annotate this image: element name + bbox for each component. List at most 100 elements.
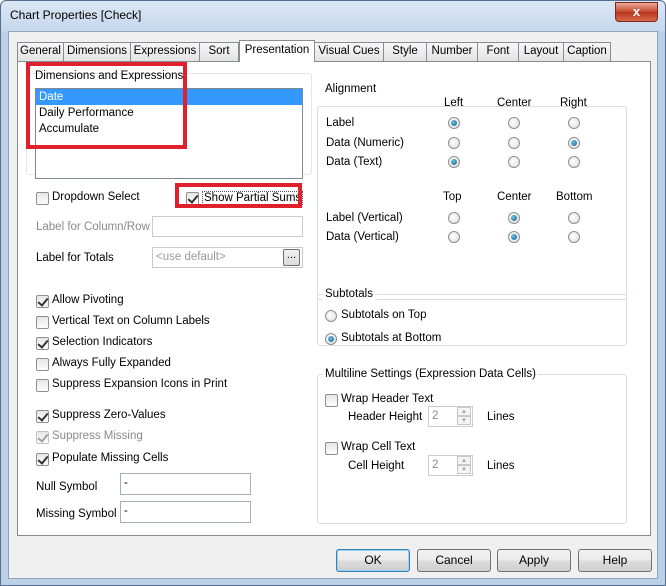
subtotals-at-bottom-label: Subtotals at Bottom — [341, 332, 442, 344]
align-col-left: Left — [444, 97, 464, 109]
align-label-vertical-bottom-radio[interactable] — [568, 212, 580, 224]
dropdown-select-checkbox[interactable] — [36, 192, 49, 205]
align-label-vertical-row-label: Label (Vertical) — [326, 212, 403, 224]
presentation-panel: Dimensions and Expressions Date Daily Pe… — [17, 61, 651, 536]
label-totals-browse-button[interactable]: ... — [283, 249, 300, 266]
wrap-header-text-checkbox[interactable] — [325, 394, 338, 407]
label-column-row-input[interactable] — [152, 216, 303, 237]
suppress-expansion-icons-label: Suppress Expansion Icons in Print — [52, 378, 228, 390]
tab-expressions[interactable]: Expressions — [130, 42, 200, 61]
cell-height-value: 2 — [432, 459, 439, 471]
populate-missing-label: Populate Missing Cells — [52, 452, 169, 464]
allow-pivoting-checkbox[interactable] — [36, 295, 49, 308]
tab-sort[interactable]: Sort — [199, 42, 239, 61]
align-label-vertical-top-radio[interactable] — [448, 212, 460, 224]
subtotals-on-top-radio[interactable] — [325, 310, 337, 322]
selection-indicators-checkbox[interactable] — [36, 337, 49, 350]
align-col-bottom: Bottom — [556, 191, 593, 203]
align-label-vertical-center-radio[interactable] — [508, 212, 520, 224]
label-totals-input[interactable]: <use default> — [152, 247, 303, 268]
align-col-center: Center — [497, 97, 532, 109]
align-col-top: Top — [443, 191, 462, 203]
suppress-expansion-icons-checkbox[interactable] — [36, 379, 49, 392]
alignment-group — [317, 106, 627, 300]
populate-missing-checkbox[interactable] — [36, 453, 49, 466]
missing-symbol-input[interactable]: - — [120, 501, 251, 523]
subtotals-on-top-label: Subtotals on Top — [341, 309, 427, 321]
align-label-row-label: Label — [326, 117, 355, 129]
align-label-center-radio[interactable] — [508, 117, 520, 129]
label-column-row-label: Label for Column/Row — [36, 221, 150, 233]
align-data-vertical-row-label: Data (Vertical) — [326, 231, 399, 243]
allow-pivoting-label: Allow Pivoting — [52, 294, 124, 306]
cell-height-down-icon[interactable]: ▼ — [457, 465, 471, 474]
subtotals-at-bottom-radio[interactable] — [325, 333, 337, 345]
align-numeric-right-radio[interactable] — [568, 137, 580, 149]
align-text-row-label: Data (Text) — [326, 156, 383, 168]
tab-general[interactable]: General — [17, 42, 64, 61]
help-button[interactable]: Help — [578, 549, 652, 572]
align-data-vertical-top-radio[interactable] — [448, 231, 460, 243]
missing-symbol-label: Missing Symbol — [36, 508, 117, 520]
header-height-unit: Lines — [487, 411, 515, 423]
alignment-title: Alignment — [323, 83, 379, 95]
suppress-zero-values-label: Suppress Zero-Values — [52, 409, 166, 421]
cell-height-label: Cell Height — [348, 460, 405, 472]
align-label-left-radio[interactable] — [448, 117, 460, 129]
header-height-spinner[interactable]: 2 ▲ ▼ — [428, 406, 473, 427]
align-col-vcenter: Center — [497, 191, 532, 203]
tab-visual-cues[interactable]: Visual Cues — [314, 42, 384, 61]
tab-layout[interactable]: Layout — [518, 42, 564, 61]
suppress-zero-values-checkbox[interactable] — [36, 410, 49, 423]
apply-button[interactable]: Apply — [497, 549, 571, 572]
tab-style[interactable]: Style — [383, 42, 427, 61]
suppress-missing-label: Suppress Missing — [52, 430, 143, 442]
highlight-box-partial-sums — [175, 183, 302, 208]
ok-button[interactable]: OK — [336, 549, 410, 572]
always-expanded-label: Always Fully Expanded — [52, 357, 171, 369]
cell-height-spinner[interactable]: 2 ▲ ▼ — [428, 455, 473, 476]
wrap-cell-text-checkbox[interactable] — [325, 442, 338, 455]
null-symbol-label: Null Symbol — [36, 481, 98, 493]
align-data-vertical-bottom-radio[interactable] — [568, 231, 580, 243]
dialog-client: General Dimensions Expressions Sort Pres… — [8, 31, 658, 579]
align-text-left-radio[interactable] — [448, 156, 460, 168]
tab-dimensions[interactable]: Dimensions — [63, 42, 131, 61]
tab-caption[interactable]: Caption — [563, 42, 611, 61]
vertical-text-checkbox[interactable] — [36, 316, 49, 329]
label-totals-label: Label for Totals — [36, 252, 114, 264]
suppress-missing-checkbox[interactable] — [36, 431, 49, 444]
align-label-right-radio[interactable] — [568, 117, 580, 129]
always-expanded-checkbox[interactable] — [36, 358, 49, 371]
align-numeric-row-label: Data (Numeric) — [326, 137, 404, 149]
align-text-right-radio[interactable] — [568, 156, 580, 168]
vertical-text-label: Vertical Text on Column Labels — [52, 315, 210, 327]
tab-presentation[interactable]: Presentation — [239, 40, 315, 62]
header-height-down-icon[interactable]: ▼ — [457, 416, 471, 425]
header-height-value: 2 — [432, 410, 439, 422]
align-data-vertical-center-radio[interactable] — [508, 231, 520, 243]
wrap-header-text-label: Wrap Header Text — [341, 393, 434, 405]
multiline-title: Multiline Settings (Expression Data Cell… — [323, 368, 538, 380]
header-height-up-icon[interactable]: ▲ — [457, 407, 471, 416]
align-text-center-radio[interactable] — [508, 156, 520, 168]
close-icon: x — [632, 4, 641, 19]
title-bar[interactable]: Chart Properties [Check] x — [1, 1, 665, 31]
cell-height-unit: Lines — [487, 460, 515, 472]
subtotals-title: Subtotals — [323, 288, 375, 300]
cell-height-up-icon[interactable]: ▲ — [457, 456, 471, 465]
highlight-box-dimensions — [26, 62, 187, 149]
close-button[interactable]: x — [615, 2, 658, 22]
tab-font[interactable]: Font — [477, 42, 519, 61]
align-numeric-center-radio[interactable] — [508, 137, 520, 149]
dropdown-select-label: Dropdown Select — [52, 191, 140, 203]
header-height-label: Header Height — [348, 411, 423, 423]
wrap-cell-text-label: Wrap Cell Text — [341, 441, 416, 453]
align-numeric-left-radio[interactable] — [448, 137, 460, 149]
selection-indicators-label: Selection Indicators — [52, 336, 153, 348]
null-symbol-input[interactable]: - — [120, 473, 251, 495]
chart-properties-window: Chart Properties [Check] x General Dimen… — [0, 0, 666, 586]
cancel-button[interactable]: Cancel — [417, 549, 491, 572]
align-col-right: Right — [560, 97, 587, 109]
tab-number[interactable]: Number — [426, 42, 478, 61]
